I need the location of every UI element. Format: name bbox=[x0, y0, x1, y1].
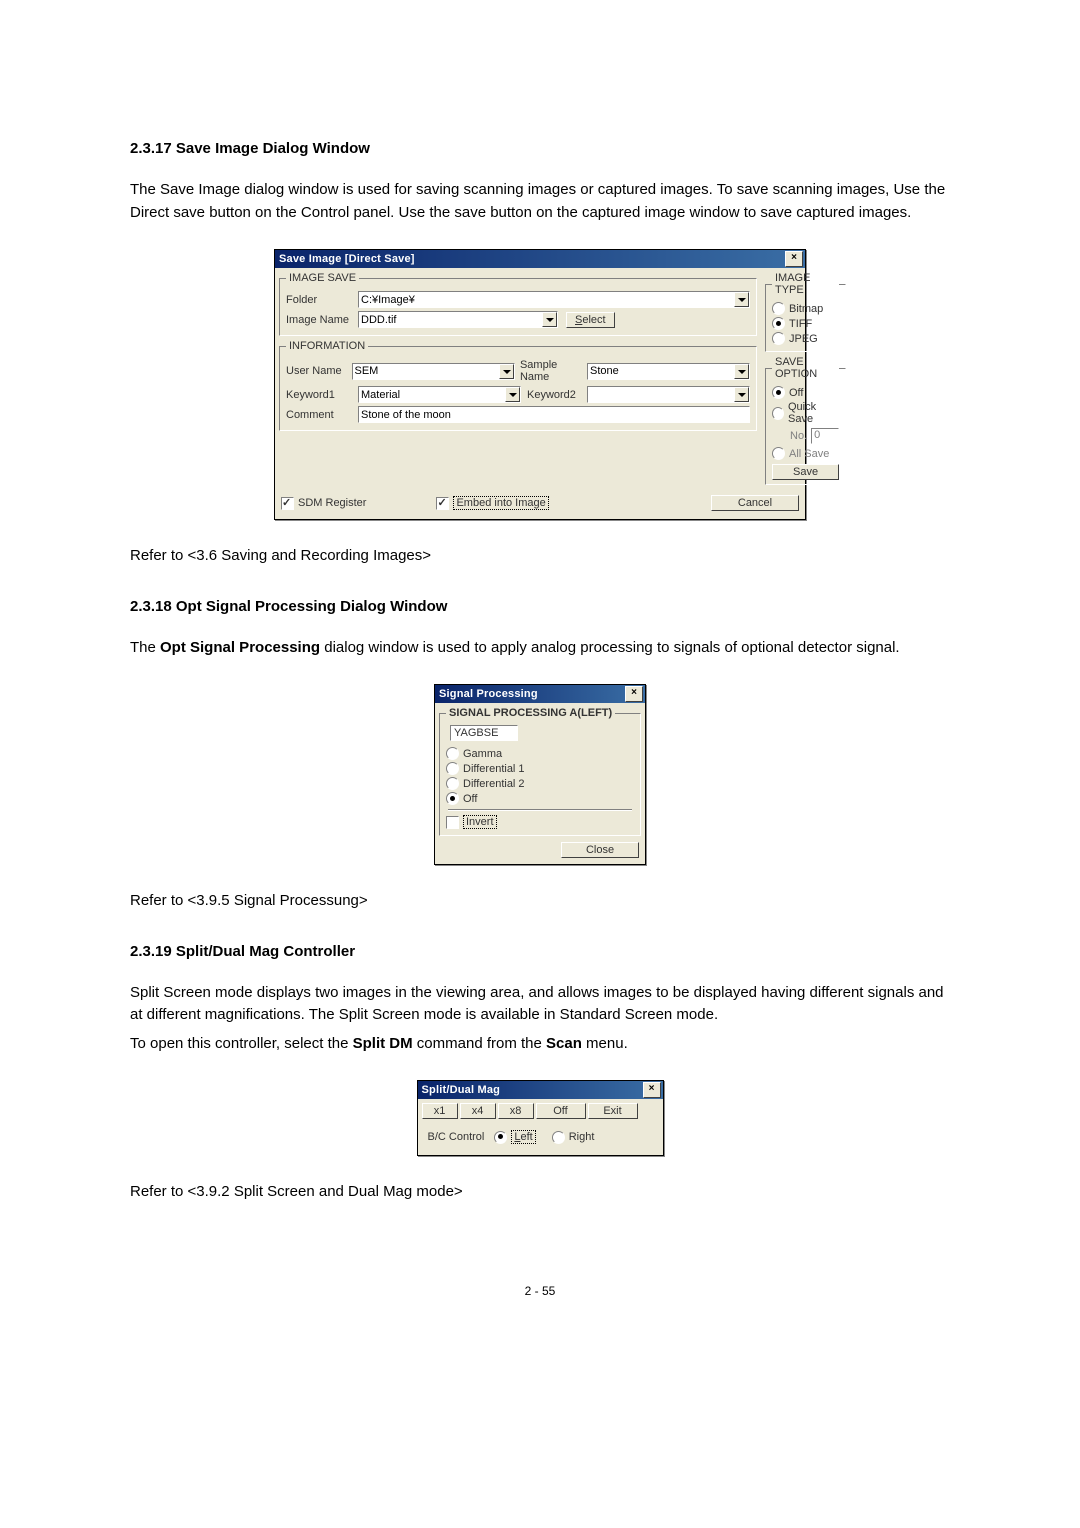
select-button[interactable]: Select bbox=[566, 312, 615, 328]
image-save-legend: IMAGE SAVE bbox=[286, 272, 359, 284]
radio-bitmap[interactable]: Bitmap bbox=[772, 302, 839, 315]
cancel-button[interactable]: Cancel bbox=[711, 495, 799, 511]
chevron-down-icon[interactable] bbox=[542, 312, 557, 327]
radio-off[interactable]: Off bbox=[446, 792, 634, 805]
dialog-title: Signal Processing bbox=[439, 688, 625, 700]
keyword2-label: Keyword2 bbox=[527, 389, 587, 401]
keyword1-combo[interactable] bbox=[358, 386, 521, 403]
radio-quick-save[interactable]: Quick Save bbox=[772, 401, 839, 425]
information-legend: INFORMATION bbox=[286, 340, 368, 352]
radio-off[interactable]: Off bbox=[772, 386, 839, 399]
paragraph-s1: The Save Image dialog window is used for… bbox=[130, 179, 950, 224]
save-option-legend: SAVE OPTION bbox=[772, 356, 839, 380]
paragraph-s3-1: Split Screen mode displays two images in… bbox=[130, 982, 950, 1027]
x1-button[interactable]: x1 bbox=[422, 1103, 458, 1119]
no-label: No. bbox=[790, 430, 807, 442]
radio-right[interactable]: Right bbox=[552, 1131, 595, 1144]
imagename-combo[interactable] bbox=[358, 311, 558, 328]
off-button[interactable]: Off bbox=[536, 1103, 586, 1119]
comment-label: Comment bbox=[286, 409, 358, 421]
sdm-register-check[interactable]: SDM Register bbox=[281, 497, 366, 510]
close-button[interactable]: Close bbox=[561, 842, 639, 858]
keyword2-input[interactable] bbox=[588, 387, 734, 402]
close-icon[interactable]: × bbox=[785, 251, 803, 267]
section-heading-save-image: 2.3.17 Save Image Dialog Window bbox=[130, 140, 950, 157]
image-type-legend: IMAGE TYPE bbox=[772, 272, 839, 296]
imagename-label: Image Name bbox=[286, 314, 358, 326]
radio-jpeg[interactable]: JPEG bbox=[772, 332, 839, 345]
username-combo[interactable] bbox=[352, 363, 515, 380]
keyword1-label: Keyword1 bbox=[286, 389, 358, 401]
titlebar[interactable]: Signal Processing × bbox=[435, 685, 645, 703]
no-input: 0 bbox=[811, 428, 839, 444]
folder-combo[interactable] bbox=[358, 291, 750, 308]
username-input[interactable] bbox=[353, 364, 499, 379]
invert-check[interactable]: Invert bbox=[446, 815, 634, 829]
keyword2-combo[interactable] bbox=[587, 386, 750, 403]
ref-s1: Refer to <3.6 Saving and Recording Image… bbox=[130, 545, 950, 568]
username-label: User Name bbox=[286, 365, 352, 377]
folder-label: Folder bbox=[286, 294, 358, 306]
folder-input[interactable] bbox=[359, 292, 734, 307]
radio-all-save: All Save bbox=[772, 447, 839, 460]
dialog-title: Save Image [Direct Save] bbox=[279, 253, 785, 265]
radio-gamma[interactable]: Gamma bbox=[446, 747, 634, 760]
chevron-down-icon[interactable] bbox=[505, 387, 520, 402]
chevron-down-icon[interactable] bbox=[734, 292, 749, 307]
save-option-group: SAVE OPTION Off Quick Save No. 0 All Sav… bbox=[765, 356, 846, 485]
split-dual-mag-dialog: Split/Dual Mag × x1 x4 x8 Off Exit B/C C… bbox=[417, 1080, 664, 1156]
section-heading-opt-signal: 2.3.18 Opt Signal Processing Dialog Wind… bbox=[130, 598, 950, 615]
image-type-group: IMAGE TYPE Bitmap TIFF JPEG bbox=[765, 272, 846, 352]
close-icon[interactable]: × bbox=[643, 1082, 661, 1098]
paragraph-s2: The Opt Signal Processing dialog window … bbox=[130, 637, 950, 660]
ref-s3: Refer to <3.9.2 Split Screen and Dual Ma… bbox=[130, 1181, 950, 1204]
image-save-group: IMAGE SAVE Folder Image Name Select bbox=[279, 272, 757, 336]
paragraph-s3-2: To open this controller, select the Spli… bbox=[130, 1033, 950, 1056]
exit-button[interactable]: Exit bbox=[588, 1103, 638, 1119]
titlebar[interactable]: Save Image [Direct Save] × bbox=[275, 250, 805, 268]
samplename-label: Sample Name bbox=[520, 359, 583, 383]
comment-input[interactable] bbox=[359, 407, 749, 422]
ref-s2: Refer to <3.9.5 Signal Processung> bbox=[130, 890, 950, 913]
dialog-title: Split/Dual Mag bbox=[422, 1084, 643, 1096]
signal-processing-dialog: Signal Processing × SIGNAL PROCESSING A(… bbox=[434, 684, 646, 865]
signal-name: YAGBSE bbox=[450, 725, 518, 741]
page-number: 2 - 55 bbox=[130, 1284, 950, 1298]
save-image-dialog: Save Image [Direct Save] × IMAGE SAVE Fo… bbox=[274, 249, 806, 520]
radio-tiff[interactable]: TIFF bbox=[772, 317, 839, 330]
section-heading-split-dual: 2.3.19 Split/Dual Mag Controller bbox=[130, 943, 950, 960]
chevron-down-icon[interactable] bbox=[499, 364, 514, 379]
radio-diff2[interactable]: Differential 2 bbox=[446, 777, 634, 790]
bc-control-label: B/C Control bbox=[428, 1131, 485, 1143]
close-icon[interactable]: × bbox=[625, 686, 643, 702]
signal-processing-group: SIGNAL PROCESSING A(LEFT) YAGBSE Gamma D… bbox=[439, 707, 641, 836]
imagename-input[interactable] bbox=[359, 312, 542, 327]
embed-check[interactable]: Embed into Image bbox=[436, 496, 548, 510]
titlebar[interactable]: Split/Dual Mag × bbox=[418, 1081, 663, 1099]
keyword1-input[interactable] bbox=[359, 387, 505, 402]
samplename-input[interactable] bbox=[588, 364, 734, 379]
comment-field[interactable] bbox=[358, 406, 750, 423]
save-button[interactable]: Save bbox=[772, 464, 839, 480]
radio-left[interactable]: Left bbox=[494, 1130, 535, 1144]
information-group: INFORMATION User Name Sample Name Keywor… bbox=[279, 340, 757, 431]
chevron-down-icon[interactable] bbox=[734, 364, 749, 379]
signal-legend: SIGNAL PROCESSING A(LEFT) bbox=[446, 707, 615, 719]
samplename-combo[interactable] bbox=[587, 363, 750, 380]
x4-button[interactable]: x4 bbox=[460, 1103, 496, 1119]
radio-diff1[interactable]: Differential 1 bbox=[446, 762, 634, 775]
x8-button[interactable]: x8 bbox=[498, 1103, 534, 1119]
chevron-down-icon[interactable] bbox=[734, 387, 749, 402]
